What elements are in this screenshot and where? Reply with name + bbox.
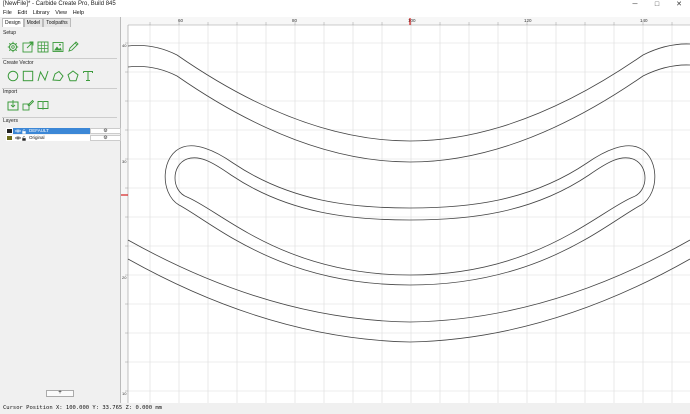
layer-row-default[interactable]: DEFAULT ⚙	[6, 128, 121, 134]
divider	[2, 117, 117, 118]
eye-icon[interactable]	[15, 136, 21, 140]
grid-icon[interactable]	[37, 41, 49, 53]
polygon-icon[interactable]	[52, 70, 64, 82]
import-heading: Import	[3, 89, 18, 95]
minimize-button[interactable]: ─	[624, 0, 646, 9]
ruler-label-x: 80	[292, 18, 298, 23]
pentagon-icon[interactable]	[67, 70, 79, 82]
import-icon[interactable]	[7, 99, 19, 111]
circle-icon[interactable]	[7, 70, 19, 82]
ruler-label-y: 40	[122, 43, 127, 48]
vector-icons	[7, 70, 94, 82]
tab-model[interactable]: Model	[23, 18, 44, 27]
menu-edit[interactable]: Edit	[18, 9, 27, 17]
ruler-label-x: 140	[640, 18, 648, 23]
maximize-button[interactable]: □	[646, 0, 668, 9]
divider	[2, 88, 117, 89]
design-canvas[interactable]: 60 80 100 120 140 40 30 20 10	[121, 17, 690, 403]
tab-toolpaths[interactable]: Toolpaths	[43, 18, 71, 27]
text-icon[interactable]	[82, 70, 94, 82]
window-title: [NewFile]* - Carbide Create Pro, Build 8…	[3, 1, 116, 7]
menu-library[interactable]: Library	[33, 9, 50, 17]
rectangle-icon[interactable]	[22, 70, 34, 82]
title-bar: [NewFile]* - Carbide Create Pro, Build 8…	[0, 0, 690, 9]
curve-icon[interactable]	[37, 70, 49, 82]
cursor-position: Cursor Position X: 100.000 Y: 33.765 Z: …	[3, 405, 162, 411]
layer-name: DEFAULT	[29, 128, 49, 133]
layers-heading: Layers	[3, 118, 19, 124]
layer-settings-button[interactable]: ⚙	[90, 135, 121, 141]
ruler-label-y: 20	[122, 275, 127, 280]
close-button[interactable]: ✕	[668, 0, 690, 9]
left-ruler	[121, 17, 128, 403]
canvas-background	[121, 17, 690, 403]
ruler-label-x: 100	[408, 18, 416, 23]
add-layer-button[interactable]: +	[46, 390, 74, 397]
layer-color-swatch[interactable]	[7, 136, 12, 140]
gear-icon[interactable]	[7, 41, 19, 53]
lock-icon[interactable]	[22, 128, 26, 134]
export-icon[interactable]	[22, 41, 34, 53]
menu-help[interactable]: Help	[73, 9, 84, 17]
edit-image-icon[interactable]	[22, 99, 34, 111]
ruler-label-x: 120	[524, 18, 532, 23]
layer-name: Original	[29, 135, 45, 140]
pencil-icon[interactable]	[67, 41, 79, 53]
status-bar: Cursor Position X: 100.000 Y: 33.765 Z: …	[0, 403, 690, 414]
layer-color-swatch[interactable]	[6, 128, 13, 134]
lock-icon[interactable]	[22, 135, 26, 141]
tab-bar: Design Model Toolpaths	[2, 18, 71, 27]
menu-file[interactable]: File	[3, 9, 12, 17]
ruler-label-y: 30	[122, 159, 127, 164]
top-ruler	[121, 17, 690, 25]
layer-settings-button[interactable]: ⚙	[90, 128, 121, 134]
image-icon[interactable]	[52, 41, 64, 53]
setup-heading: Setup	[3, 30, 17, 36]
ruler-label-x: 60	[178, 18, 184, 23]
divider	[2, 58, 117, 59]
tab-design[interactable]: Design	[2, 18, 24, 27]
menu-bar: File Edit Library View Help	[0, 9, 690, 17]
open-book-icon[interactable]	[37, 99, 49, 111]
setup-icons	[7, 41, 79, 53]
ruler-label-y: 10	[122, 391, 127, 396]
design-panel: Design Model Toolpaths Setup Create Vector…	[0, 17, 121, 403]
eye-icon[interactable]	[15, 129, 21, 133]
layer-row-original[interactable]: Original ⚙	[6, 135, 121, 141]
menu-view[interactable]: View	[55, 9, 67, 17]
import-icons	[7, 99, 49, 111]
create-vector-heading: Create Vector	[3, 60, 34, 66]
